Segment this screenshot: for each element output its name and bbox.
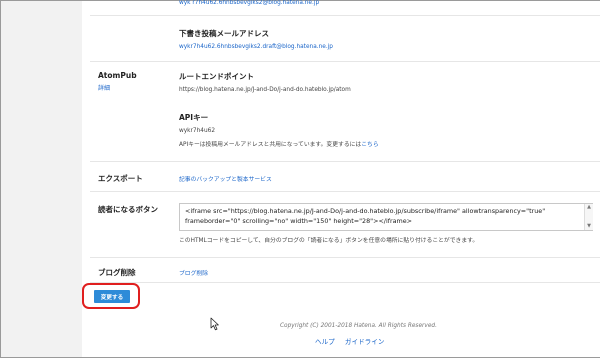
- footer-links: ヘルプ ガイドライン: [315, 336, 392, 346]
- footer-guidelines-link[interactable]: ガイドライン: [345, 338, 385, 346]
- footer-copyright: Copyright (C) 2001-2018 Hatena. All Righ…: [280, 323, 437, 329]
- delete-blog-label: ブログ削除: [98, 268, 136, 277]
- api-key-heading: APIキー: [179, 113, 209, 122]
- api-key-note-text: APIキーは投稿用メールアドレスと共用になっています。変更するには: [179, 142, 362, 148]
- save-button[interactable]: 変更する: [94, 290, 130, 303]
- root-endpoint-heading: ルートエンドポイント: [179, 72, 254, 81]
- post-email-link[interactable]: wyk r7h4u62.6hnbsbevgiks2@blog.hatena.ne…: [179, 0, 319, 6]
- divider: [90, 61, 600, 62]
- api-key-change-link[interactable]: こちら: [361, 142, 378, 148]
- root-endpoint-url: https://blog.hatena.ne.jp/J-and-Do/j-and…: [179, 87, 351, 93]
- footer-help-link[interactable]: ヘルプ: [315, 338, 335, 346]
- atompub-details-link[interactable]: 詳細: [98, 83, 110, 92]
- api-key-note: APIキーは投稿用メールアドレスと共用になっています。変更するにはこちら: [179, 139, 379, 148]
- reader-button-help: このHTMLコードをコピーして、自分のブログの「読者になる」ボタンを任意の場所に…: [179, 238, 479, 244]
- reader-button-label: 読者になるボタン: [98, 205, 158, 214]
- divider: [90, 257, 600, 258]
- mouse-pointer-icon: [210, 317, 219, 331]
- draft-email-heading: 下書き投稿メールアドレス: [179, 29, 269, 38]
- export-link[interactable]: 記事のバックアップと製本サービス: [179, 174, 272, 183]
- reader-button-code-field[interactable]: <iframe src="https://blog.hatena.ne.jp/J…: [179, 203, 593, 231]
- divider: [90, 191, 600, 192]
- delete-blog-link[interactable]: ブログ削除: [179, 268, 208, 277]
- settings-panel: wyk r7h4u62.6hnbsbevgiks2@blog.hatena.ne…: [82, 0, 600, 357]
- atompub-label: AtomPub: [98, 71, 137, 80]
- draft-email-link[interactable]: wykr7h4u62.6hnbsbevgiks2.draft@blog.hate…: [179, 44, 333, 50]
- scroll-up-icon[interactable]: ▲: [585, 204, 593, 211]
- divider: [90, 161, 600, 162]
- left-gutter: [1, 1, 81, 357]
- export-label: エクスポート: [98, 174, 143, 183]
- divider: [90, 15, 600, 16]
- code-field-scrollbar[interactable]: ▲ ▼: [584, 204, 593, 230]
- scroll-down-icon[interactable]: ▼: [585, 223, 593, 230]
- divider: [90, 282, 600, 283]
- api-key-value: wykr7h4u62: [179, 128, 216, 134]
